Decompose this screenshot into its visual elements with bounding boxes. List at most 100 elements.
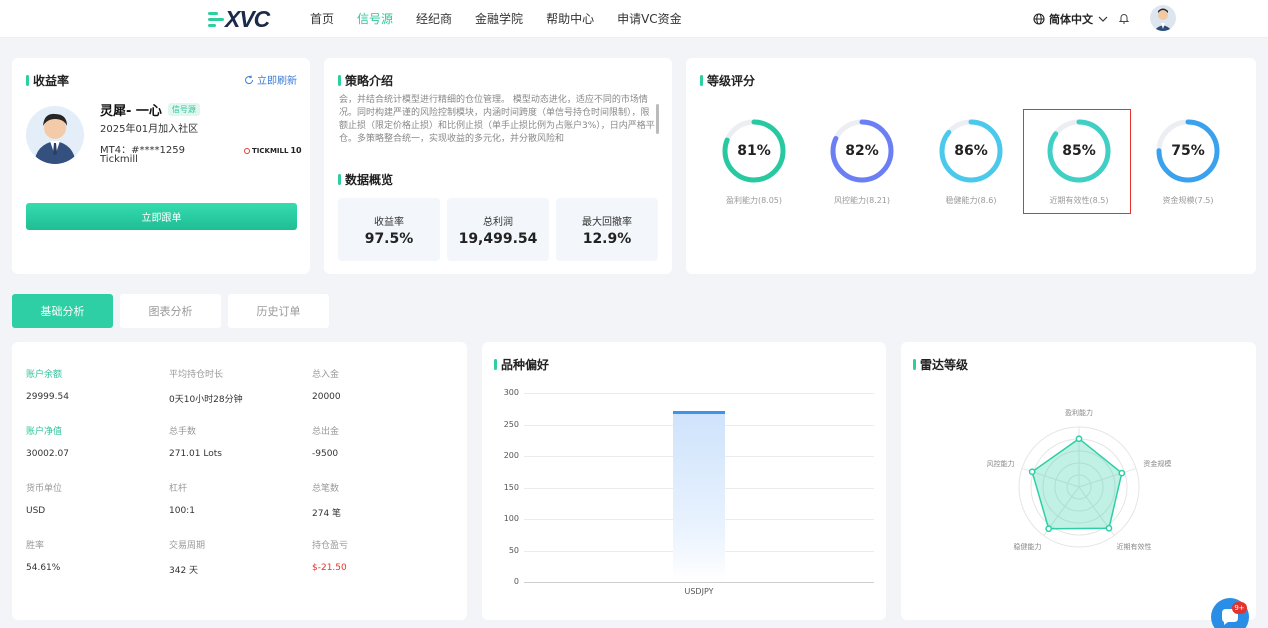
stat-total-profit: 总利润 19,499.54 (447, 198, 549, 261)
gauge-percent: 86% (954, 143, 988, 159)
gridline (524, 393, 874, 394)
y-tick-label: 250 (503, 419, 519, 429)
stat-label: 收益率 (374, 217, 404, 228)
follow-button[interactable]: 立即跟单 (26, 203, 297, 230)
refresh-label: 立即刷新 (257, 76, 297, 87)
stat-return-rate: 收益率 97.5% (338, 198, 440, 261)
broker-logo-icon (244, 147, 250, 154)
join-date: 2025年01月加入社区 (100, 124, 199, 135)
refresh-icon (245, 75, 254, 84)
radar-point[interactable] (1045, 525, 1053, 533)
signal-badge: 信号源 (167, 103, 200, 116)
y-tick-label: 150 (503, 482, 519, 492)
gauge-label: 盈利能力(8.05) (725, 196, 783, 205)
gauge-label: 风控能力(8.21) (833, 196, 891, 205)
stat-item-key: 总笔数 (312, 484, 340, 494)
stat-label: 最大回撤率 (582, 217, 632, 228)
stat-item: 货币单位 USD (26, 481, 62, 516)
rating-title: 等级评分 (700, 72, 755, 89)
tab-basic-analysis[interactable]: 基础分析 (12, 294, 113, 328)
y-tick-label: 300 (503, 388, 519, 397)
nav-item-apply-fund[interactable]: 申请VC资金 (617, 10, 682, 27)
gauge-1: 82% 风控能力(8.21) (829, 118, 899, 205)
trader-name: 灵犀- 一心 信号源 (100, 100, 200, 119)
stat-item: 账户余额 29999.54 (26, 367, 69, 402)
rating-card: 等级评分 81% 盈利能力(8.05) 82% 风控能力(8.21) 86% 稳健能力(8… (686, 58, 1256, 274)
radar-chart (1018, 426, 1140, 548)
stat-item-key: 杠杆 (169, 484, 188, 494)
nav-item-help[interactable]: 帮助中心 (546, 10, 594, 27)
bar[interactable] (673, 411, 725, 582)
stat-item-key: 账户净值 (26, 427, 63, 437)
logo[interactable]: XVC (208, 5, 270, 32)
nav-links: 首页 信号源 经纪商 金融学院 帮助中心 申请VC资金 (310, 0, 682, 36)
gauge-percent: 75% (1171, 143, 1205, 159)
radar-axis-label: 资金规模 (1143, 460, 1172, 469)
gauge-label: 近期有效性(8.5) (1049, 196, 1109, 205)
gauge-0: 81% 盈利能力(8.05) (721, 118, 791, 205)
strategy-title: 策略介绍 (338, 72, 393, 89)
radar-axis-label: 风控能力 (986, 460, 1015, 469)
radar-axis-label: 稳健能力 (1013, 542, 1042, 551)
stat-item-value: 342 天 (169, 566, 199, 576)
stat-item: 胜率 54.61% (26, 538, 60, 573)
radar-card: 雷达等级 盈利能力 资金规模 近期有效性 稳健能力 风控能力 (901, 342, 1256, 620)
stat-item-key: 交易周期 (169, 541, 206, 551)
y-tick-label: 0 (513, 577, 519, 586)
stat-max-drawdown: 最大回撤率 12.9% (556, 198, 658, 261)
overview-title: 数据概览 (338, 171, 393, 188)
globe-icon (1033, 13, 1045, 25)
refresh-button[interactable]: 立即刷新 (244, 72, 297, 87)
stat-item: 总入金 20000 (312, 367, 341, 402)
nav-item-academy[interactable]: 金融学院 (475, 10, 523, 27)
language-label: 简体中文 (1049, 13, 1093, 26)
logo-text: XVC (225, 5, 270, 32)
radar-point[interactable] (1028, 468, 1036, 476)
tab-order-history[interactable]: 历史订单 (228, 294, 329, 328)
gauge-2: 86% 稳健能力(8.6) (938, 118, 1008, 205)
user-avatar[interactable] (1150, 5, 1176, 31)
stat-item-key: 货币单位 (26, 484, 63, 494)
gauge-4: 75% 资金规模(7.5) (1155, 118, 1225, 205)
stat-item-key: 持仓盈亏 (312, 541, 349, 551)
radar-axis-label: 近期有效性 (1116, 542, 1152, 551)
stat-item-value: 271.01 Lots (169, 449, 222, 459)
broker-logo-badge: 10 (290, 146, 302, 155)
broker-name: Tickmill (100, 154, 138, 165)
stat-item-value: $-21.50 (312, 563, 347, 573)
chat-button[interactable]: 9+ (1211, 598, 1249, 628)
trader-name-text: 灵犀- 一心 (100, 104, 162, 119)
x-tick-label: USDJPY (684, 587, 714, 596)
stat-item-value: -9500 (312, 449, 339, 459)
stat-item: 平均持仓时长 0天10小时28分钟 (169, 367, 243, 405)
stat-value: 19,499.54 (458, 231, 538, 247)
gauge-percent: 82% (845, 143, 879, 159)
stat-value: 12.9% (582, 231, 632, 247)
stat-item: 总出金 -9500 (312, 424, 339, 459)
stat-item-key: 平均持仓时长 (169, 370, 224, 380)
profit-card-title: 收益率 (26, 72, 69, 89)
profit-card: 收益率 立即刷新 灵犀- 一心 信号源 2025年01月加入社区 MT4：#**… (12, 58, 310, 274)
bell-icon[interactable] (1117, 11, 1131, 25)
radar-point[interactable] (1118, 469, 1126, 477)
broker-logo: TICKMILL 10 (244, 146, 302, 155)
y-tick-label: 50 (508, 545, 519, 555)
stat-item-value: 30002.07 (26, 449, 69, 459)
nav-item-brokers[interactable]: 经纪商 (416, 10, 452, 27)
radar-point[interactable] (1105, 524, 1113, 532)
gauge-percent: 85% (1062, 143, 1096, 159)
broker-logo-text: TICKMILL (252, 146, 289, 155)
gridline (524, 582, 874, 583)
stat-item: 总手数 271.01 Lots (169, 424, 222, 459)
tab-chart-analysis[interactable]: 图表分析 (120, 294, 221, 328)
strategy-scrollbar[interactable] (656, 104, 659, 134)
chevron-down-icon (1098, 16, 1108, 22)
language-switcher[interactable]: 简体中文 (1033, 11, 1109, 27)
stat-item-value: 100:1 (169, 506, 195, 516)
nav-item-signals[interactable]: 信号源 (357, 10, 393, 27)
radar-point[interactable] (1075, 435, 1083, 443)
stat-item-key: 总出金 (312, 427, 340, 437)
top-nav: XVC 首页 信号源 经纪商 金融学院 帮助中心 申请VC资金 简体中文 (0, 0, 1268, 38)
radar-axis-label: 盈利能力 (1065, 409, 1093, 417)
nav-item-home[interactable]: 首页 (310, 10, 334, 27)
